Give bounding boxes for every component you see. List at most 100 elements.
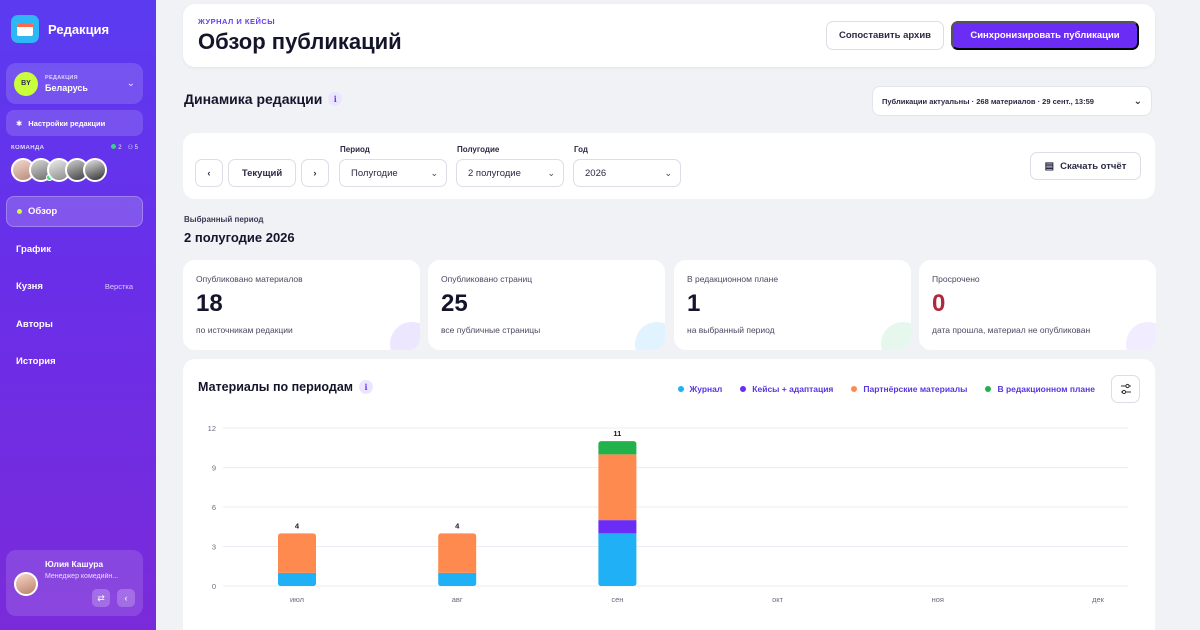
user-role: Менеджер комедийн... xyxy=(45,573,119,580)
kpi-label: Опубликовано страниц xyxy=(441,274,533,284)
y-tick-label: 0 xyxy=(212,582,216,591)
x-tick-label: дек xyxy=(1092,595,1105,604)
x-tick-label: ноя xyxy=(932,595,944,604)
half-select[interactable]: 2 полугодие ⌄ xyxy=(456,159,564,187)
user-name: Юлия Кашура xyxy=(45,559,104,569)
people-icon: ⚇ xyxy=(127,145,133,151)
period-filters: ‹ Текущий › Период Полугодие ⌄ Полугодие … xyxy=(183,133,1155,199)
sync-status-dropdown[interactable]: Публикации актуальны · 268 материалов · … xyxy=(872,86,1152,116)
chevron-left-icon: ‹ xyxy=(207,167,211,179)
y-tick-label: 9 xyxy=(212,464,216,473)
kpi-subtitle: все публичные страницы xyxy=(441,325,541,335)
bar-segment xyxy=(438,572,477,586)
year-select[interactable]: 2026 ⌄ xyxy=(573,159,681,187)
y-tick-label: 12 xyxy=(208,424,216,433)
download-report-button[interactable]: ▤ Скачать отчёт xyxy=(1030,152,1141,180)
bar-segment xyxy=(278,533,316,573)
chevron-left-icon: ‹ xyxy=(124,593,128,603)
chevron-down-icon: ⌄ xyxy=(1133,95,1142,107)
document-icon: ▤ xyxy=(1044,160,1055,172)
kpi-card-published: Опубликовано материалов 18 по источникам… xyxy=(183,260,420,350)
current-period-button[interactable]: Текущий xyxy=(228,159,296,187)
org-settings-button[interactable]: ✱ Настройки редакции xyxy=(6,110,143,136)
avatar[interactable] xyxy=(83,158,107,182)
brand-name: Редакция xyxy=(48,21,110,37)
bar-segment xyxy=(598,533,637,586)
org-label: РЕДАКЦИЯ xyxy=(45,74,78,81)
next-period-button[interactable]: › xyxy=(301,159,329,187)
x-tick-label: авг xyxy=(452,595,463,604)
x-tick-label: окт xyxy=(772,595,784,604)
stacked-bar-chart: 0 3 6 9 12 4 июл 4 авг 11 сен окт ноя дек xyxy=(208,424,1128,604)
kpi-label: Просрочено xyxy=(932,274,980,284)
team-avatars[interactable] xyxy=(11,158,107,182)
page-header: ЖУРНАЛ И КЕЙСЫ Обзор публикаций Сопостав… xyxy=(183,4,1155,67)
kpi-card-overdue: Просрочено 0 дата прошла, материал не оп… xyxy=(919,260,1156,350)
chevron-down-icon: ⌄ xyxy=(547,167,555,178)
user-avatar[interactable] xyxy=(14,572,38,596)
chart-card: Материалы по периодам i Журнал Кейсы + а… xyxy=(183,359,1155,630)
calendar-logo-icon xyxy=(11,15,39,43)
info-icon[interactable]: i xyxy=(328,92,343,106)
sidebar-item-schedule[interactable]: График xyxy=(6,234,143,265)
bar-segment xyxy=(598,441,637,455)
gear-icon: ✱ xyxy=(16,118,23,128)
sidebar-item-label: Обзор xyxy=(28,206,58,217)
kpi-decoration xyxy=(390,322,420,350)
brand[interactable]: Редакция xyxy=(11,15,109,43)
team-header: КОМАНДА 2 ⚇ 5 xyxy=(11,144,138,151)
members-count: ⚇ 5 xyxy=(127,145,138,151)
org-settings-label: Настройки редакции xyxy=(28,118,106,128)
org-switcher[interactable]: BY РЕДАКЦИЯ Беларусь ⌄ xyxy=(6,63,143,104)
year-label: Год xyxy=(574,145,588,154)
sidebar-item-label: Авторы xyxy=(16,318,53,330)
chevron-down-icon: ⌄ xyxy=(126,78,135,89)
period-select[interactable]: Полугодие ⌄ xyxy=(339,159,447,187)
kpi-subtitle: дата прошла, материал не опубликован xyxy=(932,325,1091,335)
kpi-value: 18 xyxy=(196,290,223,317)
kpi-subtitle: на выбранный период xyxy=(687,325,775,335)
sidebar-item-authors[interactable]: Авторы xyxy=(6,309,143,340)
sidebar-item-overview[interactable]: Обзор xyxy=(6,196,143,227)
sidebar-item-label: График xyxy=(16,243,52,255)
bar-segment xyxy=(438,533,477,573)
sidebar-item-label: Кузня xyxy=(16,281,43,292)
bar-total-label: 4 xyxy=(295,521,300,530)
selected-period-value: 2 полугодие 2026 xyxy=(184,230,295,245)
kpi-decoration xyxy=(635,322,665,350)
sidebar-nav: Обзор График Кузня Верстка Авторы Истори… xyxy=(6,196,143,384)
sidebar-item-history[interactable]: История xyxy=(6,346,143,377)
org-name: Беларусь xyxy=(45,82,88,93)
bar-total-label: 4 xyxy=(455,521,460,530)
sidebar-item-forge[interactable]: Кузня Верстка xyxy=(6,271,143,302)
kpi-decoration xyxy=(1126,322,1156,350)
sidebar-item-badge: Верстка xyxy=(104,282,133,291)
chevron-down-icon: ⌄ xyxy=(664,167,672,178)
kpi-subtitle: по источникам редакции xyxy=(196,325,293,335)
sidebar-item-label: История xyxy=(16,356,56,367)
prev-period-button[interactable]: ‹ xyxy=(195,159,223,187)
online-dot-icon xyxy=(111,144,117,149)
switch-account-button[interactable]: ⇄ xyxy=(92,589,110,607)
kpi-card-pages: Опубликовано страниц 25 все публичные ст… xyxy=(428,260,665,350)
selected-period-label: Выбранный период xyxy=(184,215,264,224)
kpi-label: В редакционном плане xyxy=(687,274,779,284)
section-title: Динамика редакции i xyxy=(184,91,343,107)
active-dot-icon xyxy=(17,209,22,214)
sync-publications-button[interactable]: Синхронизировать публикации xyxy=(951,21,1139,50)
kpi-label: Опубликовано материалов xyxy=(196,274,303,284)
refresh-icon: ⇄ xyxy=(97,592,105,603)
kpi-decoration xyxy=(881,322,911,350)
x-tick-label: июл xyxy=(290,595,304,604)
kpi-card-planned: В редакционном плане 1 на выбранный пери… xyxy=(674,260,911,350)
chevron-down-icon: ⌄ xyxy=(430,167,438,178)
half-label: Полугодие xyxy=(457,145,500,154)
sidebar: Редакция BY РЕДАКЦИЯ Беларусь ⌄ ✱ Настро… xyxy=(0,0,156,630)
bar-segment xyxy=(598,520,637,534)
y-tick-label: 3 xyxy=(212,543,216,552)
online-count: 2 xyxy=(111,144,122,151)
bar-segment xyxy=(598,454,637,521)
compare-archive-button[interactable]: Сопоставить архив xyxy=(826,21,944,50)
collapse-sidebar-button[interactable]: ‹ xyxy=(117,589,135,607)
kpi-value: 1 xyxy=(687,290,701,317)
